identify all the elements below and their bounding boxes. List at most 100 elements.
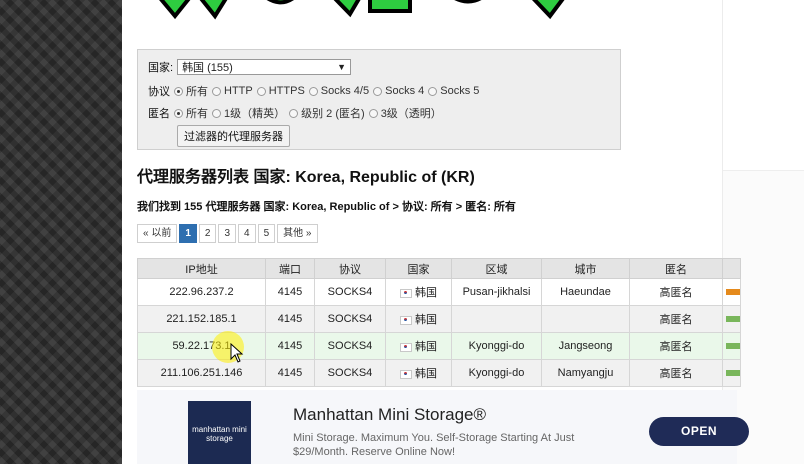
sidebar-box <box>723 100 804 171</box>
column-header-protocol[interactable]: 协议 <box>314 258 386 279</box>
cell-region <box>451 305 542 333</box>
protocol-radio-socks4[interactable]: Socks 4 <box>373 85 424 97</box>
table-row[interactable]: 211.106.251.146 4145 SOCKS4 韩国 Kyonggi-d… <box>137 359 741 387</box>
country-row: 国家: 韩国 (155) ▼ <box>148 59 352 75</box>
column-header-region[interactable]: 区域 <box>451 258 542 279</box>
radio-icon <box>212 86 221 96</box>
cell-country: 韩国 <box>385 359 452 387</box>
pagination-page-3[interactable]: 3 <box>218 224 237 243</box>
cell-speed <box>722 332 741 360</box>
radio-selected-icon <box>174 86 183 96</box>
mouse-cursor-icon <box>230 343 244 363</box>
country-select-value: 韩国 (155) <box>182 62 233 74</box>
radio-icon <box>428 86 438 96</box>
protocol-radio-all[interactable]: 所有 <box>174 83 208 99</box>
cell-region: Pusan-jikhalsi <box>451 278 542 306</box>
results-summary: 我们找到 155 代理服务器 国家: Korea, Republic of > … <box>137 201 516 213</box>
speed-bar <box>726 316 740 323</box>
radio-icon <box>368 108 378 118</box>
protocol-radio-socks5[interactable]: Socks 5 <box>428 85 479 97</box>
column-header-speed <box>722 258 741 279</box>
anonymity-radio-anonymous[interactable]: 级别 2 (匿名) <box>289 105 365 121</box>
pagination: « 以前 1 2 3 4 5 其他 » <box>137 224 320 243</box>
cell-region: Kyonggi-do <box>451 332 542 360</box>
cell-ip: 221.152.185.1 <box>137 305 266 333</box>
cell-country: 韩国 <box>385 278 452 306</box>
cell-anonymity: 高匿名 <box>629 305 723 333</box>
country-select[interactable]: 韩国 (155) ▼ <box>177 59 352 75</box>
cell-ip: 59.22.173.1 <box>137 332 266 360</box>
speed-bar <box>726 289 740 296</box>
radio-icon <box>256 86 266 96</box>
pagination-page-1[interactable]: 1 <box>179 224 197 243</box>
filter-submit-button[interactable]: 过滤器的代理服务器 <box>177 125 290 147</box>
cell-city: Haeundae <box>541 278 630 306</box>
site-logo <box>159 0 565 20</box>
ad-logo: manhattan mini storage <box>188 401 251 464</box>
column-header-city[interactable]: 城市 <box>541 258 630 279</box>
radio-icon <box>212 108 221 118</box>
cell-protocol: SOCKS4 <box>314 332 386 360</box>
table-row[interactable]: 222.96.237.2 4145 SOCKS4 韩国 Pusan-jikhal… <box>137 278 741 306</box>
protocol-radio-https[interactable]: HTTPS <box>256 85 305 97</box>
cell-port: 4145 <box>265 332 315 360</box>
table-header-row: IP地址 端口 协议 国家 区域 城市 匿名 <box>137 258 741 279</box>
cell-region: Kyonggi-do <box>451 359 542 387</box>
left-background-panel <box>0 0 122 464</box>
pagination-page-4[interactable]: 4 <box>238 224 256 243</box>
cell-anonymity: 高匿名 <box>629 278 723 306</box>
sidebar-box <box>723 0 804 101</box>
pagination-page-5[interactable]: 5 <box>257 224 276 243</box>
protocol-row: 协议 所有 HTTP HTTPS Socks 4/5 Socks 4 Socks… <box>148 83 483 99</box>
pagination-page-2[interactable]: 2 <box>198 224 217 243</box>
radio-icon <box>373 86 383 96</box>
anonymity-radio-elite[interactable]: 1级（精英） <box>212 105 285 121</box>
column-header-ip[interactable]: IP地址 <box>137 258 266 279</box>
cell-port: 4145 <box>265 305 315 333</box>
anonymity-radio-all[interactable]: 所有 <box>174 105 208 121</box>
radio-icon <box>289 108 299 118</box>
proxy-table: IP地址 端口 协议 国家 区域 城市 匿名 222.96.237.2 4145… <box>137 258 741 387</box>
anonymity-row: 匿名 所有 1级（精英） 级别 2 (匿名) 3级（透明） <box>148 105 446 121</box>
cell-ip: 211.106.251.146 <box>137 359 266 387</box>
cell-port: 4145 <box>265 359 315 387</box>
cell-speed <box>722 359 741 387</box>
cell-city: Namyangju <box>541 359 630 387</box>
korea-flag-icon <box>400 315 412 325</box>
protocol-radio-socks45[interactable]: Socks 4/5 <box>308 85 369 97</box>
speed-bar <box>726 370 740 377</box>
pagination-more-button[interactable]: 其他 » <box>277 224 318 243</box>
pagination-prev-button[interactable]: « 以前 <box>137 224 178 243</box>
cell-city: Jangseong <box>541 332 630 360</box>
chevron-down-icon: ▼ <box>337 62 347 72</box>
korea-flag-icon <box>400 369 412 379</box>
table-row[interactable]: 221.152.185.1 4145 SOCKS4 韩国 高匿名 <box>137 305 741 333</box>
speed-bar <box>726 343 740 350</box>
filter-form: 国家: 韩国 (155) ▼ 协议 所有 HTTP HTTPS Socks 4/… <box>137 49 621 150</box>
cell-country: 韩国 <box>385 332 452 360</box>
cell-speed <box>722 305 741 333</box>
cell-anonymity: 高匿名 <box>629 332 723 360</box>
anonymity-label: 匿名 <box>148 108 170 120</box>
anonymity-radio-transparent[interactable]: 3级（透明） <box>368 105 442 121</box>
cell-speed <box>722 278 741 306</box>
cell-protocol: SOCKS4 <box>314 359 386 387</box>
cell-country: 韩国 <box>385 305 452 333</box>
radio-selected-icon <box>174 108 183 118</box>
page-title: 代理服务器列表 国家: Korea, Republic of (KR) <box>137 169 475 186</box>
protocol-radio-http[interactable]: HTTP <box>212 85 253 97</box>
cell-ip: 222.96.237.2 <box>137 278 266 306</box>
column-header-anonymity[interactable]: 匿名 <box>629 258 723 279</box>
column-header-country[interactable]: 国家 <box>385 258 452 279</box>
cell-anonymity: 高匿名 <box>629 359 723 387</box>
ad-title[interactable]: Manhattan Mini Storage® <box>293 405 486 425</box>
column-header-port[interactable]: 端口 <box>265 258 315 279</box>
radio-icon <box>308 86 318 96</box>
country-label: 国家: <box>148 62 174 74</box>
cell-city <box>541 305 630 333</box>
korea-flag-icon <box>400 288 412 298</box>
ad-open-button[interactable]: OPEN <box>649 417 749 446</box>
cell-port: 4145 <box>265 278 315 306</box>
ad-banner[interactable]: manhattan mini storage Manhattan Mini St… <box>137 390 749 464</box>
submit-row: 过滤器的代理服务器 <box>177 125 290 147</box>
